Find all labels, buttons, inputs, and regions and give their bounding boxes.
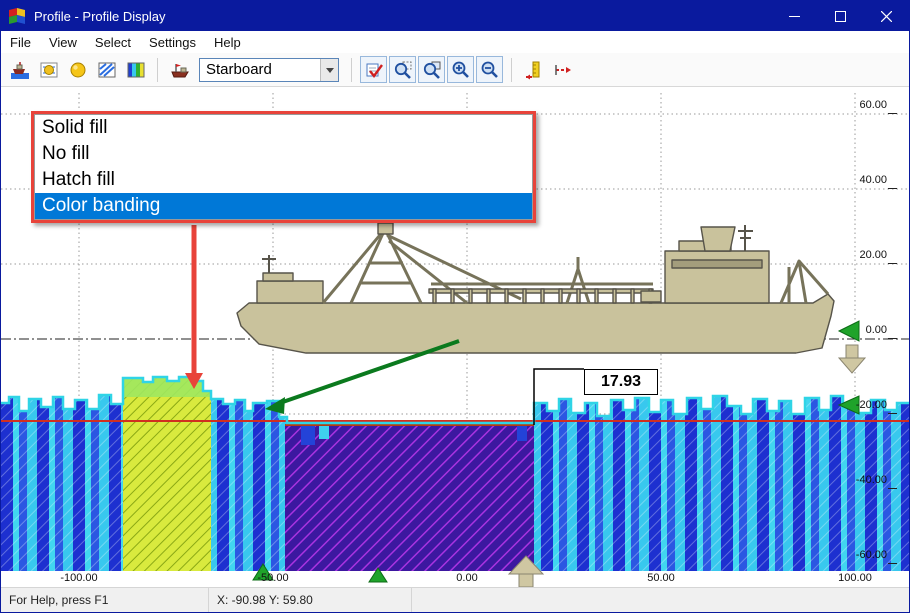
window-title: Profile - Profile Display (34, 9, 166, 24)
window-controls (771, 1, 909, 31)
y-axis-tick (888, 113, 897, 114)
dredged-zone (123, 371, 211, 571)
hard-layer-zone (285, 425, 534, 571)
toolbar-separator (157, 58, 158, 82)
combo-dropdown-button[interactable] (320, 59, 338, 81)
zoom-out-button[interactable] (476, 56, 503, 83)
apply-check-icon (364, 60, 384, 80)
statusbar-separator (411, 588, 412, 612)
maximize-icon (835, 11, 846, 22)
zoom-window-button[interactable] (418, 56, 445, 83)
color-bands-button[interactable] (122, 56, 149, 83)
y-axis-label: -40.00 (829, 474, 887, 486)
minimize-icon (789, 11, 800, 22)
ship-silhouette (237, 223, 834, 353)
hatch-fill-button[interactable] (93, 56, 120, 83)
side-selector-combo[interactable]: Starboard (199, 58, 339, 82)
close-button[interactable] (863, 1, 909, 31)
menu-item-color-banding[interactable]: Color banding (35, 193, 532, 219)
x-axis-label: -50.00 (241, 572, 305, 584)
values-ball-icon (68, 60, 88, 80)
y-axis-label: 20.00 (829, 249, 887, 261)
menubar: File View Select Settings Help (1, 31, 909, 53)
y-axis-label: -20.00 (829, 399, 887, 411)
zoom-in-icon (451, 60, 471, 80)
apply-button[interactable] (360, 56, 387, 83)
values-button[interactable] (64, 56, 91, 83)
popup-callout-arrow (185, 225, 203, 389)
profile-display-icon (10, 60, 30, 80)
y-axis-label: 40.00 (829, 174, 887, 186)
y-axis-tick (888, 263, 897, 264)
menu-item-hatch-fill[interactable]: Hatch fill (35, 167, 532, 193)
zoom-extents-icon (393, 60, 413, 80)
app-window: Profile - Profile Display File View Sele… (0, 0, 910, 613)
x-axis-label: 50.00 (629, 572, 693, 584)
y-axis-tick (888, 488, 897, 489)
profile-chart-area[interactable]: 60.00 40.00 20.00 0.00 -20.00 -40.00 -60… (1, 87, 909, 589)
y-axis-tick (888, 413, 897, 414)
menu-view[interactable]: View (40, 31, 86, 53)
hatch-fill-icon (97, 60, 117, 80)
minimize-button[interactable] (771, 1, 817, 31)
y-axis-label: 0.00 (829, 324, 887, 336)
chevron-down-icon (326, 68, 334, 77)
menu-settings[interactable]: Settings (140, 31, 205, 53)
toolbar-separator (511, 58, 512, 82)
toolbar: Starboard (1, 53, 909, 87)
x-axis-label: 0.00 (435, 572, 499, 584)
profile-display-button[interactable] (6, 56, 33, 83)
zoom-out-icon (480, 60, 500, 80)
toolbar-separator (351, 58, 352, 82)
measure-vertical-icon (524, 60, 544, 80)
y-axis-tick (888, 188, 897, 189)
measure-horizontal-button[interactable] (549, 56, 576, 83)
close-icon (881, 11, 892, 22)
maximize-button[interactable] (817, 1, 863, 31)
top-view-icon (39, 60, 59, 80)
marker-draught-arrow (839, 345, 865, 373)
statusbar: For Help, press F1 X: -90.98 Y: 59.80 (1, 587, 909, 612)
y-axis-tick (888, 338, 897, 339)
depth-value-box: 17.93 (584, 369, 658, 395)
top-view-button[interactable] (35, 56, 62, 83)
app-icon (8, 7, 26, 25)
seabed-profile (1, 371, 909, 571)
color-bands-icon (126, 60, 146, 80)
zoom-window-icon (422, 60, 442, 80)
zoom-extents-button[interactable] (389, 56, 416, 83)
ship-icon (170, 60, 190, 80)
x-axis-label: -100.00 (47, 572, 111, 584)
menu-file[interactable]: File (1, 31, 40, 53)
ship-select-button[interactable] (166, 56, 193, 83)
y-axis-tick (888, 563, 897, 564)
zoom-in-button[interactable] (447, 56, 474, 83)
y-axis-label: -60.00 (829, 549, 887, 561)
status-coordinates: X: -90.98 Y: 59.80 (209, 588, 411, 612)
y-axis-label: 60.00 (829, 99, 887, 111)
fill-style-popup: Solid fill No fill Hatch fill Color band… (31, 111, 536, 223)
fill-style-menu: Solid fill No fill Hatch fill Color band… (34, 114, 533, 220)
menu-item-no-fill[interactable]: No fill (35, 141, 532, 167)
menu-help[interactable]: Help (205, 31, 250, 53)
x-axis-label: 100.00 (823, 572, 887, 584)
titlebar: Profile - Profile Display (1, 1, 909, 31)
measure-vertical-button[interactable] (520, 56, 547, 83)
menu-item-solid-fill[interactable]: Solid fill (35, 115, 532, 141)
status-help-text: For Help, press F1 (1, 588, 208, 612)
side-selector-value: Starboard (200, 61, 320, 78)
measure-horizontal-icon (553, 60, 573, 80)
menu-select[interactable]: Select (86, 31, 140, 53)
